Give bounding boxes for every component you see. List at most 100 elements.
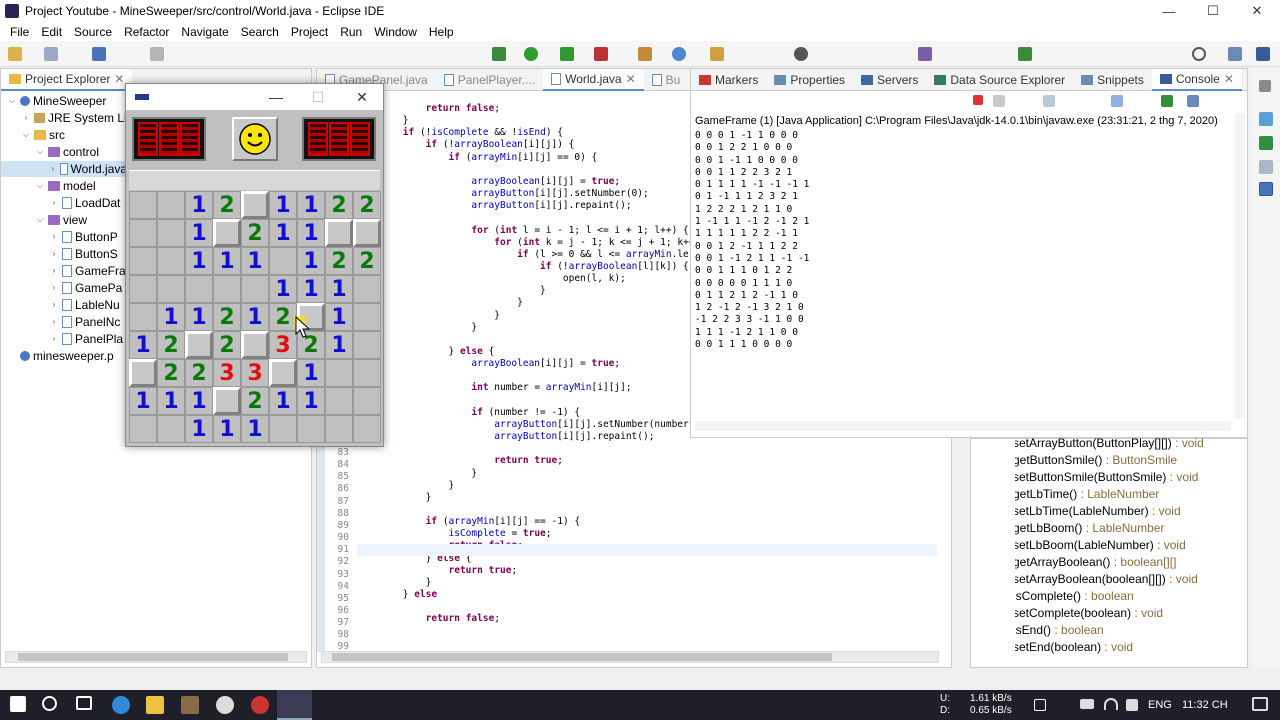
notification-icon[interactable] (1252, 697, 1268, 711)
mine-cell[interactable]: 2 (325, 191, 353, 219)
mine-cell[interactable] (297, 415, 325, 443)
mine-cell[interactable]: 1 (185, 415, 213, 443)
mine-cell[interactable] (157, 219, 185, 247)
windows-start-icon[interactable] (10, 696, 26, 712)
mine-cell[interactable]: 1 (241, 247, 269, 275)
mine-cell[interactable] (213, 219, 241, 247)
terminate-icon[interactable] (973, 95, 983, 105)
mine-cell[interactable]: 1 (297, 275, 325, 303)
expand-icon[interactable]: › (49, 263, 59, 279)
mine-cell[interactable]: 1 (213, 247, 241, 275)
tree-item[interactable]: › GameFra (49, 263, 126, 279)
settings-icon[interactable] (216, 696, 234, 714)
new-java-project-icon[interactable] (638, 47, 652, 61)
tray-chevron-icon[interactable] (1034, 699, 1046, 711)
volume-icon[interactable] (1126, 699, 1138, 711)
expand-icon[interactable]: ⌵ (21, 127, 31, 143)
mine-cell[interactable] (129, 191, 157, 219)
outline-item[interactable]: getButtonSmile() : ButtonSmile (1015, 452, 1177, 469)
mine-cell[interactable] (129, 275, 157, 303)
editor-tab[interactable]: PanelPlayer.... (436, 69, 543, 91)
menu-window[interactable]: Window (368, 25, 423, 39)
outline-item[interactable]: setComplete(boolean) : void (1015, 605, 1163, 622)
mine-cell[interactable] (185, 275, 213, 303)
mine-cell[interactable]: 1 (269, 191, 297, 219)
close-icon[interactable]: ✕ (1224, 72, 1234, 86)
mine-cell[interactable]: 3 (241, 359, 269, 387)
mine-cell[interactable]: 2 (353, 247, 381, 275)
remove-launch-icon[interactable] (993, 95, 1005, 107)
coverage-icon[interactable] (560, 47, 574, 61)
mine-cell[interactable]: 1 (185, 387, 213, 415)
outline-icon[interactable] (1259, 136, 1273, 150)
outline-item[interactable]: isEnd() : boolean (1015, 622, 1104, 639)
tree-item[interactable]: › LoadDat (49, 195, 121, 211)
clock[interactable]: 11:32 CH (1182, 699, 1228, 711)
minimize-view-icon[interactable] (1259, 80, 1271, 92)
mine-cell[interactable]: 3 (213, 359, 241, 387)
outline-item[interactable]: setLbTime(LableNumber) : void (1015, 503, 1181, 520)
outline-item[interactable]: setEnd(boolean) : void (1015, 639, 1133, 655)
mine-cell[interactable]: 1 (297, 359, 325, 387)
tree-item[interactable]: › PanelNc (49, 314, 121, 330)
view-tab[interactable]: Snippets (1073, 69, 1152, 91)
horizontal-scrollbar[interactable] (5, 651, 307, 663)
tree-item[interactable]: ⌵ MineSweeper (7, 93, 106, 109)
smiley-reset-button[interactable] (232, 117, 278, 161)
mine-cell[interactable]: 2 (157, 359, 185, 387)
console-output[interactable]: 0 0 0 1 -1 1 0 0 00 0 1 2 2 1 0 0 00 0 1… (695, 130, 809, 351)
expand-icon[interactable]: › (49, 195, 59, 211)
mine-cell[interactable] (325, 387, 353, 415)
mine-cell[interactable] (157, 191, 185, 219)
outline-item[interactable]: getLbBoom() : LableNumber (1015, 520, 1164, 537)
mine-cell[interactable] (325, 219, 353, 247)
new-class-icon[interactable] (672, 47, 686, 61)
expand-icon[interactable]: › (49, 314, 59, 330)
expand-icon[interactable]: › (49, 229, 59, 245)
editor-tab[interactable]: World.java ✕ (543, 68, 644, 91)
view-tab[interactable]: Console ✕ (1151, 68, 1242, 91)
mine-cell[interactable]: 2 (325, 247, 353, 275)
outline-item[interactable]: setArrayBoolean(boolean[][]) : void (1015, 571, 1198, 588)
mine-cell[interactable]: 1 (241, 303, 269, 331)
mine-cell[interactable] (269, 415, 297, 443)
tree-item[interactable]: ⌵ control (35, 144, 99, 160)
mine-cell[interactable] (353, 303, 381, 331)
outline-item[interactable]: setButtonSmile(ButtonSmile) : void (1015, 469, 1198, 486)
menu-edit[interactable]: Edit (35, 25, 68, 39)
menu-navigate[interactable]: Navigate (175, 25, 234, 39)
menu-project[interactable]: Project (285, 25, 334, 39)
tree-item[interactable]: › World.java (1, 161, 127, 177)
tree-item[interactable]: › PanelPla (49, 331, 123, 347)
close-button[interactable]: ✕ (1234, 0, 1280, 22)
mine-cell[interactable]: 1 (129, 331, 157, 359)
back-icon[interactable] (918, 47, 932, 61)
run-icon[interactable] (524, 47, 538, 61)
mine-cell[interactable]: 1 (297, 219, 325, 247)
search-icon[interactable] (1192, 47, 1206, 61)
mine-cell[interactable] (213, 275, 241, 303)
new-icon[interactable] (8, 47, 22, 61)
menu-help[interactable]: Help (423, 25, 460, 39)
app-icon[interactable] (181, 696, 199, 714)
open-perspective-icon[interactable] (1228, 47, 1242, 61)
mine-cell[interactable]: 1 (157, 387, 185, 415)
maximize-button[interactable]: ☐ (1190, 0, 1236, 22)
external-tools-icon[interactable] (594, 47, 608, 61)
expand-icon[interactable]: › (49, 297, 59, 313)
menu-search[interactable]: Search (235, 25, 285, 39)
mine-cell[interactable] (353, 219, 381, 247)
mine-cell[interactable]: 3 (269, 331, 297, 359)
scroll-lock-icon[interactable] (1111, 95, 1123, 107)
minimize-button[interactable]: — (1146, 0, 1192, 22)
wifi-icon[interactable] (1104, 698, 1118, 710)
mine-cell[interactable]: 1 (185, 247, 213, 275)
file-explorer-icon[interactable] (146, 696, 164, 714)
clear-console-icon[interactable] (1043, 95, 1055, 107)
mine-cell[interactable] (129, 359, 157, 387)
console-hscrollbar[interactable] (695, 421, 1231, 431)
expand-icon[interactable]: ⌵ (35, 144, 45, 160)
console-view-icon[interactable] (1259, 182, 1273, 196)
expand-icon[interactable]: › (49, 161, 57, 177)
open-type-icon[interactable] (710, 47, 724, 61)
